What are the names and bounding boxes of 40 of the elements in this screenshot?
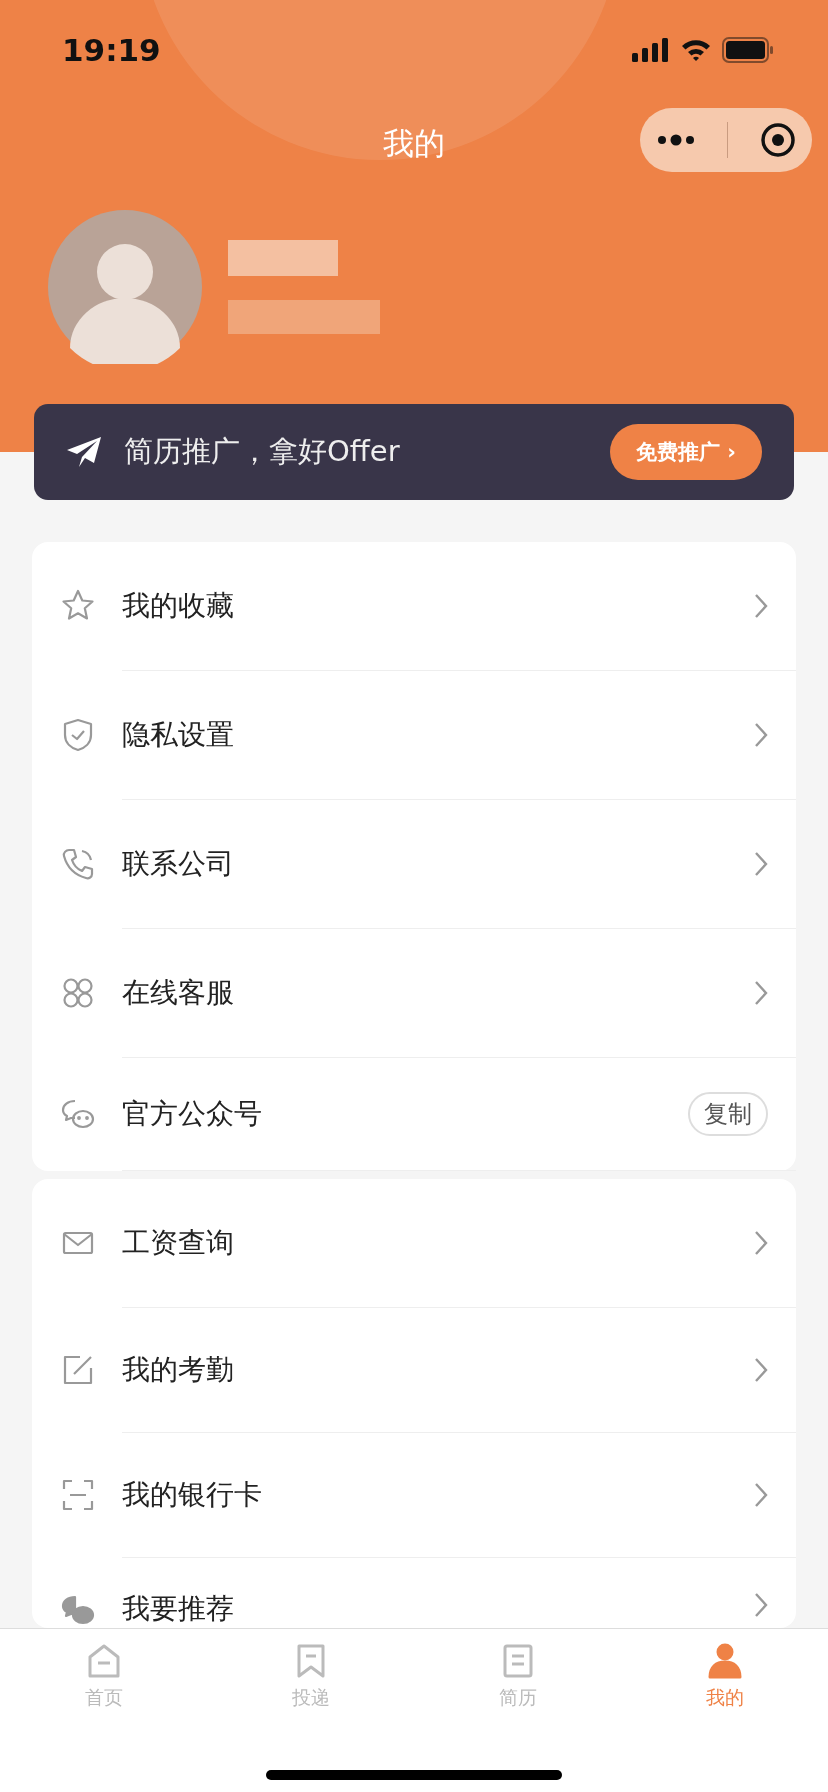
more-icon[interactable]	[655, 133, 696, 147]
chevron-icon	[754, 1357, 768, 1383]
chevron-icon	[754, 980, 768, 1006]
chevron-icon	[754, 1230, 768, 1256]
status-time: 19:19	[62, 32, 161, 68]
menu-label: 我要推荐	[122, 1592, 235, 1626]
menu-item[interactable]: 联系公司	[122, 800, 796, 929]
promo-banner[interactable]: 简历推广，拿好Offer 免费推广 ›	[34, 404, 794, 500]
menu-item[interactable]: 我要推荐	[122, 1558, 796, 1628]
menu-item[interactable]: 官方公众号 复制	[122, 1058, 796, 1171]
menu-label: 我的银行卡	[122, 1478, 263, 1512]
menu-item[interactable]: 隐私设置	[122, 671, 796, 800]
menu-item[interactable]: 我的考勤	[122, 1308, 796, 1433]
menu-label: 官方公众号	[122, 1097, 263, 1131]
wifi-icon	[680, 38, 712, 62]
paper-plane-icon	[66, 436, 102, 468]
menu-item[interactable]: 我的银行卡	[122, 1433, 796, 1558]
chevron-icon	[754, 1482, 768, 1508]
phone-icon	[60, 846, 96, 882]
menu-label: 隐私设置	[122, 718, 235, 752]
menu-label: 我的考勤	[122, 1353, 235, 1387]
chevron-icon	[754, 593, 768, 619]
menu-label: 工资查询	[122, 1226, 235, 1260]
menu-label: 我的收藏	[122, 589, 235, 623]
chevron-icon	[754, 722, 768, 748]
menu-item[interactable]: 在线客服	[122, 929, 796, 1058]
page-title: 我的	[383, 124, 445, 163]
banner-text: 简历推广，拿好Offer	[124, 433, 401, 470]
chevron-icon	[754, 1592, 768, 1618]
menu-label: 在线客服	[122, 976, 235, 1010]
chevron-icon	[754, 851, 768, 877]
signal-icon	[632, 38, 670, 62]
battery-icon	[722, 37, 774, 63]
scan-icon	[60, 1477, 96, 1513]
menu-label: 联系公司	[122, 847, 235, 881]
menu-item[interactable]: 工资查询	[122, 1179, 796, 1308]
person-icon	[706, 1643, 743, 1679]
copy-button[interactable]: 复制	[688, 1092, 768, 1136]
close-icon[interactable]	[760, 122, 797, 158]
menu-item[interactable]: 我的收藏	[122, 542, 796, 671]
